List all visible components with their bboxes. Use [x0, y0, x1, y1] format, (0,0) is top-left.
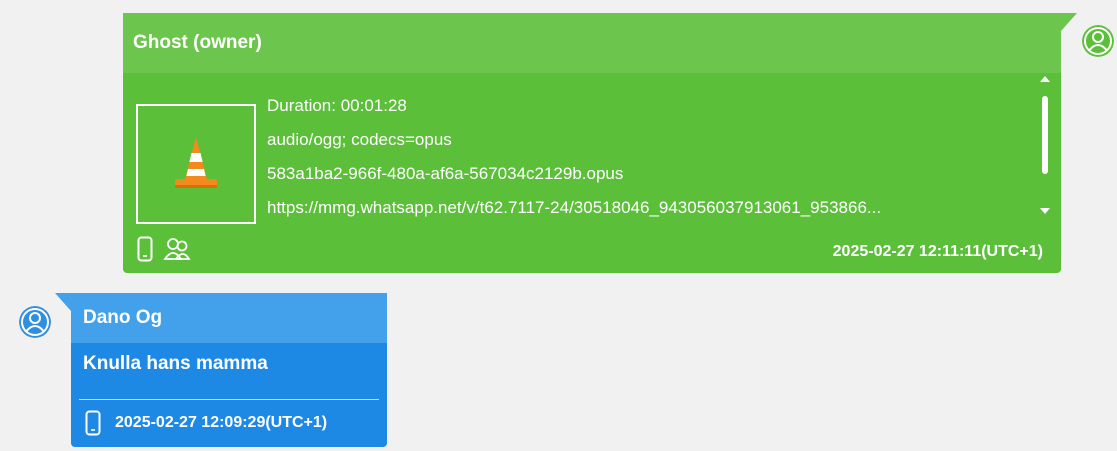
scroll-up-arrow-icon[interactable]: [1040, 76, 1050, 82]
phone-icon: [85, 410, 101, 436]
message-bubble-outgoing[interactable]: Ghost (owner) Duration: 00:01:28 audio/o…: [123, 13, 1061, 273]
phone-icon: [137, 236, 153, 262]
attachment-metadata: Duration: 00:01:28 audio/ogg; codecs=opu…: [267, 89, 881, 225]
avatar-user-icon[interactable]: [19, 306, 51, 338]
duration-text: Duration: 00:01:28: [267, 96, 407, 115]
mime-type-text: audio/ogg; codecs=opus: [267, 130, 452, 149]
attachment-thumbnail[interactable]: [136, 104, 256, 224]
sender-name: Dano Og: [71, 293, 387, 343]
sender-name: Ghost (owner): [123, 13, 1061, 73]
metadata-scrollbar[interactable]: [1038, 76, 1052, 220]
url-text[interactable]: https://mmg.whatsapp.net/v/t62.7117-24/3…: [267, 191, 881, 225]
message-text: Knulla hans mamma: [83, 353, 268, 374]
vlc-cone-icon: [175, 137, 217, 188]
message-timestamp: 2025-02-27 12:09:29(UTC+1): [115, 414, 328, 431]
message-timestamp: 2025-02-27 12:11:11(UTC+1): [832, 243, 1043, 260]
bubble-tail: [1061, 13, 1077, 31]
bubble-tail: [55, 293, 71, 311]
group-icon: [163, 238, 191, 260]
filename-text: 583a1ba2-966f-480a-af6a-567034c2129b.opu…: [267, 164, 624, 183]
scroll-thumb[interactable]: [1042, 96, 1048, 174]
message-footer: 2025-02-27 12:09:29(UTC+1): [71, 400, 387, 436]
avatar-user-icon[interactable]: [1082, 25, 1114, 57]
message-bubble-incoming[interactable]: Dano Og Knulla hans mamma 2025-02-27 12:…: [71, 293, 387, 447]
message-footer-icons: [137, 236, 191, 262]
scroll-down-arrow-icon[interactable]: [1040, 208, 1050, 214]
